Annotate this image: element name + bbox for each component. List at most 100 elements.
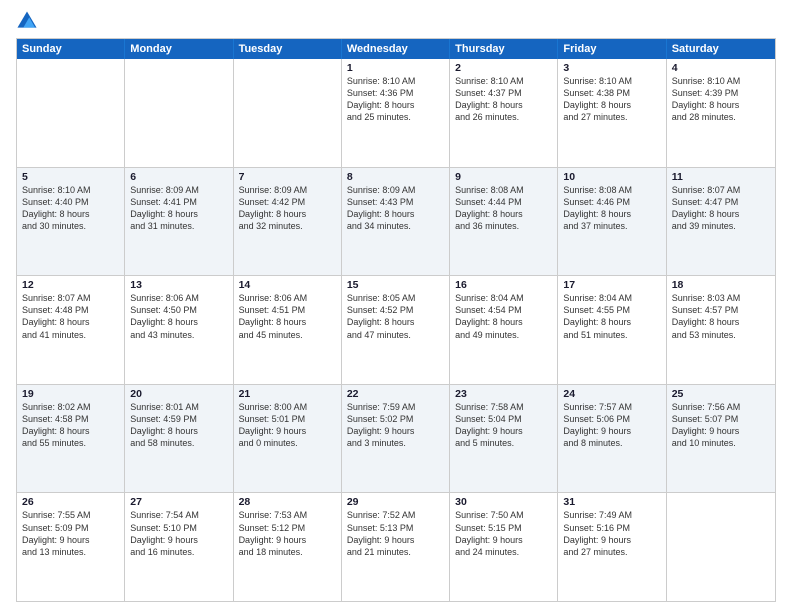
calendar-cell: 26Sunrise: 7:55 AM Sunset: 5:09 PM Dayli… [17,493,125,601]
calendar-cell [667,493,775,601]
day-number: 17 [563,279,660,291]
day-number: 6 [130,171,227,183]
day-details: Sunrise: 7:56 AM Sunset: 5:07 PM Dayligh… [672,401,770,450]
day-number: 11 [672,171,770,183]
day-details: Sunrise: 7:57 AM Sunset: 5:06 PM Dayligh… [563,401,660,450]
day-details: Sunrise: 8:00 AM Sunset: 5:01 PM Dayligh… [239,401,336,450]
day-details: Sunrise: 8:09 AM Sunset: 4:43 PM Dayligh… [347,184,444,233]
day-details: Sunrise: 8:06 AM Sunset: 4:50 PM Dayligh… [130,292,227,341]
day-number: 1 [347,62,444,74]
calendar-cell: 10Sunrise: 8:08 AM Sunset: 4:46 PM Dayli… [558,168,666,276]
calendar-cell: 28Sunrise: 7:53 AM Sunset: 5:12 PM Dayli… [234,493,342,601]
calendar-row: 5Sunrise: 8:10 AM Sunset: 4:40 PM Daylig… [17,167,775,276]
day-details: Sunrise: 8:10 AM Sunset: 4:36 PM Dayligh… [347,75,444,124]
day-details: Sunrise: 8:08 AM Sunset: 4:44 PM Dayligh… [455,184,552,233]
day-number: 4 [672,62,770,74]
day-number: 29 [347,496,444,508]
calendar-cell: 9Sunrise: 8:08 AM Sunset: 4:44 PM Daylig… [450,168,558,276]
day-number: 27 [130,496,227,508]
day-number: 28 [239,496,336,508]
day-number: 30 [455,496,552,508]
page: SundayMondayTuesdayWednesdayThursdayFrid… [0,0,792,612]
calendar-cell: 1Sunrise: 8:10 AM Sunset: 4:36 PM Daylig… [342,59,450,167]
day-details: Sunrise: 7:50 AM Sunset: 5:15 PM Dayligh… [455,509,552,558]
day-number: 5 [22,171,119,183]
calendar-cell: 4Sunrise: 8:10 AM Sunset: 4:39 PM Daylig… [667,59,775,167]
day-number: 24 [563,388,660,400]
day-details: Sunrise: 8:02 AM Sunset: 4:58 PM Dayligh… [22,401,119,450]
calendar-cell: 2Sunrise: 8:10 AM Sunset: 4:37 PM Daylig… [450,59,558,167]
weekday-header: Wednesday [342,39,450,59]
day-details: Sunrise: 8:07 AM Sunset: 4:47 PM Dayligh… [672,184,770,233]
day-details: Sunrise: 8:04 AM Sunset: 4:54 PM Dayligh… [455,292,552,341]
day-number: 13 [130,279,227,291]
calendar-cell: 6Sunrise: 8:09 AM Sunset: 4:41 PM Daylig… [125,168,233,276]
calendar-cell: 13Sunrise: 8:06 AM Sunset: 4:50 PM Dayli… [125,276,233,384]
calendar-cell: 20Sunrise: 8:01 AM Sunset: 4:59 PM Dayli… [125,385,233,493]
day-details: Sunrise: 8:05 AM Sunset: 4:52 PM Dayligh… [347,292,444,341]
calendar-cell: 22Sunrise: 7:59 AM Sunset: 5:02 PM Dayli… [342,385,450,493]
day-details: Sunrise: 8:03 AM Sunset: 4:57 PM Dayligh… [672,292,770,341]
day-details: Sunrise: 7:59 AM Sunset: 5:02 PM Dayligh… [347,401,444,450]
weekday-header: Monday [125,39,233,59]
logo-icon [16,10,38,32]
logo [16,10,42,32]
calendar-row: 12Sunrise: 8:07 AM Sunset: 4:48 PM Dayli… [17,275,775,384]
calendar-cell: 17Sunrise: 8:04 AM Sunset: 4:55 PM Dayli… [558,276,666,384]
day-number: 22 [347,388,444,400]
calendar-cell: 5Sunrise: 8:10 AM Sunset: 4:40 PM Daylig… [17,168,125,276]
calendar-cell: 8Sunrise: 8:09 AM Sunset: 4:43 PM Daylig… [342,168,450,276]
day-number: 3 [563,62,660,74]
day-number: 8 [347,171,444,183]
day-details: Sunrise: 8:06 AM Sunset: 4:51 PM Dayligh… [239,292,336,341]
day-details: Sunrise: 7:58 AM Sunset: 5:04 PM Dayligh… [455,401,552,450]
day-details: Sunrise: 8:10 AM Sunset: 4:39 PM Dayligh… [672,75,770,124]
calendar-cell: 15Sunrise: 8:05 AM Sunset: 4:52 PM Dayli… [342,276,450,384]
day-details: Sunrise: 7:53 AM Sunset: 5:12 PM Dayligh… [239,509,336,558]
calendar-cell: 31Sunrise: 7:49 AM Sunset: 5:16 PM Dayli… [558,493,666,601]
day-number: 9 [455,171,552,183]
calendar-header: SundayMondayTuesdayWednesdayThursdayFrid… [17,39,775,59]
day-details: Sunrise: 8:10 AM Sunset: 4:40 PM Dayligh… [22,184,119,233]
day-number: 25 [672,388,770,400]
day-details: Sunrise: 8:08 AM Sunset: 4:46 PM Dayligh… [563,184,660,233]
calendar-cell: 3Sunrise: 8:10 AM Sunset: 4:38 PM Daylig… [558,59,666,167]
weekday-header: Friday [558,39,666,59]
calendar-row: 1Sunrise: 8:10 AM Sunset: 4:36 PM Daylig… [17,59,775,167]
day-number: 16 [455,279,552,291]
day-number: 26 [22,496,119,508]
weekday-header: Tuesday [234,39,342,59]
calendar-cell [17,59,125,167]
calendar-cell: 24Sunrise: 7:57 AM Sunset: 5:06 PM Dayli… [558,385,666,493]
calendar-cell: 30Sunrise: 7:50 AM Sunset: 5:15 PM Dayli… [450,493,558,601]
day-details: Sunrise: 8:09 AM Sunset: 4:42 PM Dayligh… [239,184,336,233]
day-number: 18 [672,279,770,291]
day-number: 7 [239,171,336,183]
calendar-row: 26Sunrise: 7:55 AM Sunset: 5:09 PM Dayli… [17,492,775,601]
calendar-cell: 19Sunrise: 8:02 AM Sunset: 4:58 PM Dayli… [17,385,125,493]
calendar-cell: 27Sunrise: 7:54 AM Sunset: 5:10 PM Dayli… [125,493,233,601]
day-number: 19 [22,388,119,400]
day-details: Sunrise: 8:07 AM Sunset: 4:48 PM Dayligh… [22,292,119,341]
day-details: Sunrise: 8:01 AM Sunset: 4:59 PM Dayligh… [130,401,227,450]
day-details: Sunrise: 8:10 AM Sunset: 4:37 PM Dayligh… [455,75,552,124]
day-details: Sunrise: 7:52 AM Sunset: 5:13 PM Dayligh… [347,509,444,558]
day-number: 20 [130,388,227,400]
calendar-cell: 14Sunrise: 8:06 AM Sunset: 4:51 PM Dayli… [234,276,342,384]
day-number: 2 [455,62,552,74]
day-number: 23 [455,388,552,400]
calendar-cell: 7Sunrise: 8:09 AM Sunset: 4:42 PM Daylig… [234,168,342,276]
weekday-header: Sunday [17,39,125,59]
weekday-header: Saturday [667,39,775,59]
day-number: 14 [239,279,336,291]
calendar-cell: 25Sunrise: 7:56 AM Sunset: 5:07 PM Dayli… [667,385,775,493]
calendar-cell: 18Sunrise: 8:03 AM Sunset: 4:57 PM Dayli… [667,276,775,384]
calendar-cell: 29Sunrise: 7:52 AM Sunset: 5:13 PM Dayli… [342,493,450,601]
day-details: Sunrise: 8:10 AM Sunset: 4:38 PM Dayligh… [563,75,660,124]
calendar-cell: 12Sunrise: 8:07 AM Sunset: 4:48 PM Dayli… [17,276,125,384]
calendar: SundayMondayTuesdayWednesdayThursdayFrid… [16,38,776,602]
calendar-cell: 16Sunrise: 8:04 AM Sunset: 4:54 PM Dayli… [450,276,558,384]
day-details: Sunrise: 8:09 AM Sunset: 4:41 PM Dayligh… [130,184,227,233]
header [16,10,776,32]
calendar-cell: 23Sunrise: 7:58 AM Sunset: 5:04 PM Dayli… [450,385,558,493]
